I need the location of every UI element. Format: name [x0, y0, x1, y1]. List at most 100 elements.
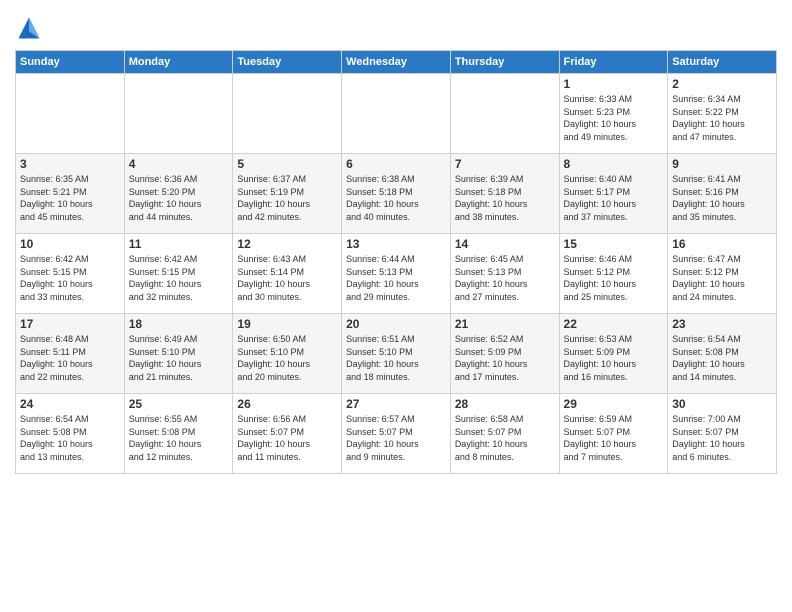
day-number: 29: [564, 397, 664, 411]
logo-icon: [15, 14, 43, 42]
day-number: 17: [20, 317, 120, 331]
day-number: 11: [129, 237, 229, 251]
page-header: [15, 10, 777, 42]
weekday-friday: Friday: [559, 51, 668, 74]
day-info: Sunrise: 6:54 AM Sunset: 5:08 PM Dayligh…: [672, 333, 772, 383]
day-number: 9: [672, 157, 772, 171]
day-info: Sunrise: 6:42 AM Sunset: 5:15 PM Dayligh…: [20, 253, 120, 303]
day-info: Sunrise: 6:40 AM Sunset: 5:17 PM Dayligh…: [564, 173, 664, 223]
day-info: Sunrise: 6:44 AM Sunset: 5:13 PM Dayligh…: [346, 253, 446, 303]
day-number: 19: [237, 317, 337, 331]
day-number: 28: [455, 397, 555, 411]
weekday-wednesday: Wednesday: [342, 51, 451, 74]
day-info: Sunrise: 6:36 AM Sunset: 5:20 PM Dayligh…: [129, 173, 229, 223]
day-number: 4: [129, 157, 229, 171]
week-row-5: 24Sunrise: 6:54 AM Sunset: 5:08 PM Dayli…: [16, 394, 777, 474]
day-info: Sunrise: 6:34 AM Sunset: 5:22 PM Dayligh…: [672, 93, 772, 143]
day-cell: 3Sunrise: 6:35 AM Sunset: 5:21 PM Daylig…: [16, 154, 125, 234]
day-cell: [16, 74, 125, 154]
day-number: 18: [129, 317, 229, 331]
weekday-sunday: Sunday: [16, 51, 125, 74]
weekday-saturday: Saturday: [668, 51, 777, 74]
day-cell: 28 Sunrise: 6:58 AM Sunset: 5:07 PM Dayli…: [450, 394, 559, 474]
day-cell: 25 Sunrise: 6:55 AM Sunset: 5:08 PM Dayli…: [124, 394, 233, 474]
day-cell: 17Sunrise: 6:48 AM Sunset: 5:11 PM Dayli…: [16, 314, 125, 394]
day-cell: 29 Sunrise: 6:59 AM Sunset: 5:07 PM Dayli…: [559, 394, 668, 474]
day-cell: 21 Sunrise: 6:52 AM Sunset: 5:09 PM Dayli…: [450, 314, 559, 394]
weekday-monday: Monday: [124, 51, 233, 74]
day-cell: 16 Sunrise: 6:47 AM Sunset: 5:12 PM Dayli…: [668, 234, 777, 314]
day-number: 24: [20, 397, 120, 411]
day-cell: 10 Sunrise: 6:42 AM Sunset: 5:15 PM Dayli…: [16, 234, 125, 314]
day-number: 14: [455, 237, 555, 251]
week-row-3: 10 Sunrise: 6:42 AM Sunset: 5:15 PM Dayli…: [16, 234, 777, 314]
day-number: 5: [237, 157, 337, 171]
day-cell: 15Sunrise: 6:46 AM Sunset: 5:12 PM Dayli…: [559, 234, 668, 314]
day-cell: 11 Sunrise: 6:42 AM Sunset: 5:15 PM Dayli…: [124, 234, 233, 314]
day-number: 6: [346, 157, 446, 171]
day-cell: 5 Sunrise: 6:37 AM Sunset: 5:19 PM Daylig…: [233, 154, 342, 234]
day-info: Sunrise: 6:39 AM Sunset: 5:18 PM Dayligh…: [455, 173, 555, 223]
day-cell: 2 Sunrise: 6:34 AM Sunset: 5:22 PM Daylig…: [668, 74, 777, 154]
day-info: Sunrise: 6:57 AM Sunset: 5:07 PM Dayligh…: [346, 413, 446, 463]
logo: [15, 14, 46, 42]
day-cell: 19 Sunrise: 6:50 AM Sunset: 5:10 PM Dayli…: [233, 314, 342, 394]
day-cell: 27 Sunrise: 6:57 AM Sunset: 5:07 PM Dayli…: [342, 394, 451, 474]
day-cell: 18 Sunrise: 6:49 AM Sunset: 5:10 PM Dayli…: [124, 314, 233, 394]
day-cell: 7 Sunrise: 6:39 AM Sunset: 5:18 PM Daylig…: [450, 154, 559, 234]
day-info: Sunrise: 6:49 AM Sunset: 5:10 PM Dayligh…: [129, 333, 229, 383]
day-info: Sunrise: 6:37 AM Sunset: 5:19 PM Dayligh…: [237, 173, 337, 223]
day-number: 1: [564, 77, 664, 91]
day-info: Sunrise: 6:52 AM Sunset: 5:09 PM Dayligh…: [455, 333, 555, 383]
day-cell: 8 Sunrise: 6:40 AM Sunset: 5:17 PM Daylig…: [559, 154, 668, 234]
day-cell: 30 Sunrise: 7:00 AM Sunset: 5:07 PM Dayli…: [668, 394, 777, 474]
day-number: 2: [672, 77, 772, 91]
day-number: 30: [672, 397, 772, 411]
day-number: 15: [564, 237, 664, 251]
day-info: Sunrise: 6:43 AM Sunset: 5:14 PM Dayligh…: [237, 253, 337, 303]
day-info: Sunrise: 6:55 AM Sunset: 5:08 PM Dayligh…: [129, 413, 229, 463]
weekday-header-row: SundayMondayTuesdayWednesdayThursdayFrid…: [16, 51, 777, 74]
day-cell: [450, 74, 559, 154]
day-cell: 22Sunrise: 6:53 AM Sunset: 5:09 PM Dayli…: [559, 314, 668, 394]
day-info: Sunrise: 6:56 AM Sunset: 5:07 PM Dayligh…: [237, 413, 337, 463]
day-cell: 9Sunrise: 6:41 AM Sunset: 5:16 PM Daylig…: [668, 154, 777, 234]
day-number: 27: [346, 397, 446, 411]
day-cell: 6Sunrise: 6:38 AM Sunset: 5:18 PM Daylig…: [342, 154, 451, 234]
day-info: Sunrise: 6:58 AM Sunset: 5:07 PM Dayligh…: [455, 413, 555, 463]
week-row-2: 3Sunrise: 6:35 AM Sunset: 5:21 PM Daylig…: [16, 154, 777, 234]
day-info: Sunrise: 6:53 AM Sunset: 5:09 PM Dayligh…: [564, 333, 664, 383]
day-cell: 12 Sunrise: 6:43 AM Sunset: 5:14 PM Dayli…: [233, 234, 342, 314]
day-info: Sunrise: 6:45 AM Sunset: 5:13 PM Dayligh…: [455, 253, 555, 303]
day-info: Sunrise: 6:59 AM Sunset: 5:07 PM Dayligh…: [564, 413, 664, 463]
week-row-1: 1 Sunrise: 6:33 AM Sunset: 5:23 PM Daylig…: [16, 74, 777, 154]
day-number: 20: [346, 317, 446, 331]
day-cell: 20 Sunrise: 6:51 AM Sunset: 5:10 PM Dayli…: [342, 314, 451, 394]
day-cell: 26Sunrise: 6:56 AM Sunset: 5:07 PM Dayli…: [233, 394, 342, 474]
day-number: 13: [346, 237, 446, 251]
day-info: Sunrise: 6:47 AM Sunset: 5:12 PM Dayligh…: [672, 253, 772, 303]
day-info: Sunrise: 7:00 AM Sunset: 5:07 PM Dayligh…: [672, 413, 772, 463]
weekday-thursday: Thursday: [450, 51, 559, 74]
day-number: 3: [20, 157, 120, 171]
calendar-table: SundayMondayTuesdayWednesdayThursdayFrid…: [15, 50, 777, 474]
day-cell: 4 Sunrise: 6:36 AM Sunset: 5:20 PM Daylig…: [124, 154, 233, 234]
page-container: SundayMondayTuesdayWednesdayThursdayFrid…: [0, 0, 792, 479]
day-cell: 23 Sunrise: 6:54 AM Sunset: 5:08 PM Dayli…: [668, 314, 777, 394]
day-number: 8: [564, 157, 664, 171]
day-number: 10: [20, 237, 120, 251]
day-number: 25: [129, 397, 229, 411]
day-number: 16: [672, 237, 772, 251]
day-info: Sunrise: 6:50 AM Sunset: 5:10 PM Dayligh…: [237, 333, 337, 383]
day-cell: 24Sunrise: 6:54 AM Sunset: 5:08 PM Dayli…: [16, 394, 125, 474]
day-cell: [342, 74, 451, 154]
day-number: 23: [672, 317, 772, 331]
day-number: 21: [455, 317, 555, 331]
day-number: 7: [455, 157, 555, 171]
day-cell: [233, 74, 342, 154]
day-info: Sunrise: 6:42 AM Sunset: 5:15 PM Dayligh…: [129, 253, 229, 303]
day-info: Sunrise: 6:33 AM Sunset: 5:23 PM Dayligh…: [564, 93, 664, 143]
day-number: 12: [237, 237, 337, 251]
day-info: Sunrise: 6:51 AM Sunset: 5:10 PM Dayligh…: [346, 333, 446, 383]
week-row-4: 17Sunrise: 6:48 AM Sunset: 5:11 PM Dayli…: [16, 314, 777, 394]
